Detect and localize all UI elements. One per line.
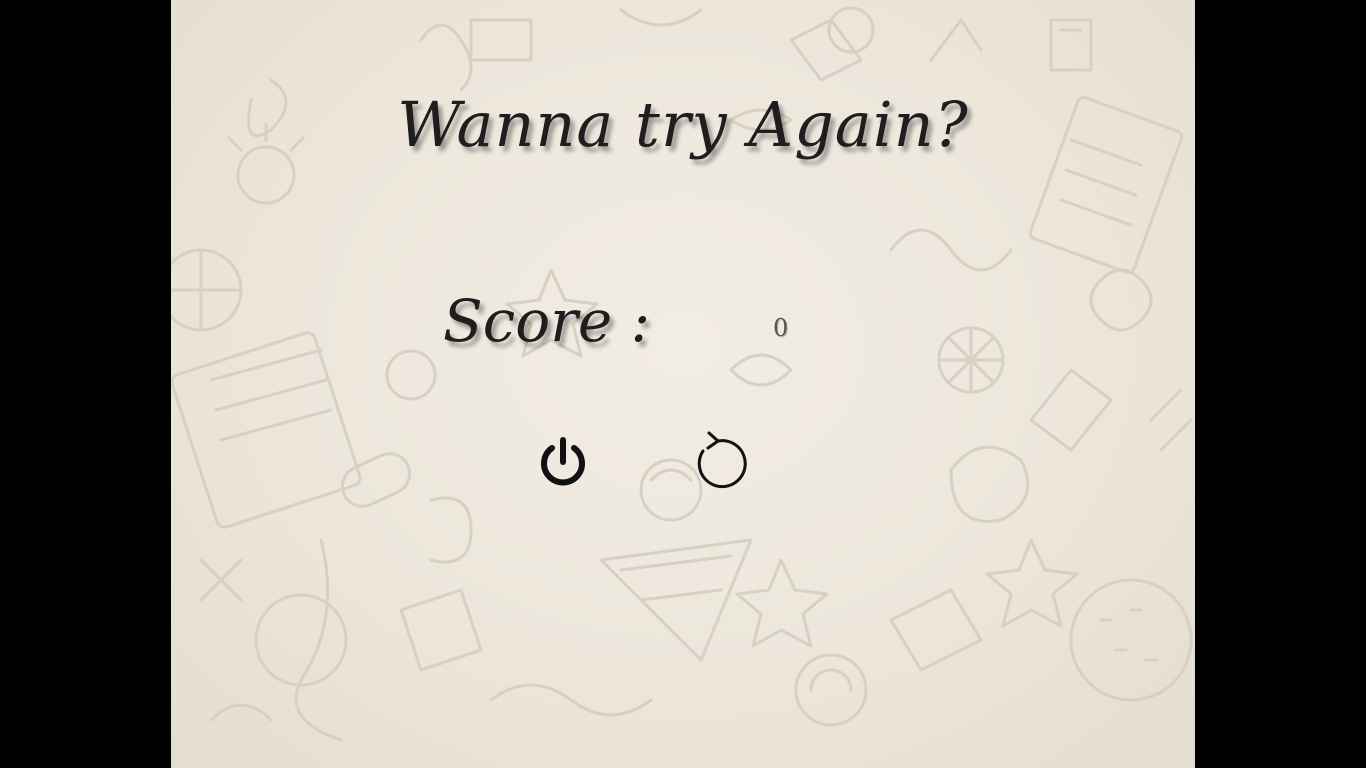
restart-icon bbox=[697, 431, 747, 489]
power-icon bbox=[541, 437, 585, 486]
score-label: Score : bbox=[443, 287, 651, 355]
quit-button[interactable] bbox=[533, 431, 593, 491]
score-value: 0 bbox=[773, 314, 789, 342]
restart-button[interactable] bbox=[687, 431, 747, 491]
letterbox-left bbox=[0, 0, 171, 768]
game-over-title: Wanna try Again? bbox=[397, 88, 969, 161]
game-over-screen: Wanna try Again? Score : 0 bbox=[171, 0, 1195, 768]
letterbox-right bbox=[1195, 0, 1366, 768]
